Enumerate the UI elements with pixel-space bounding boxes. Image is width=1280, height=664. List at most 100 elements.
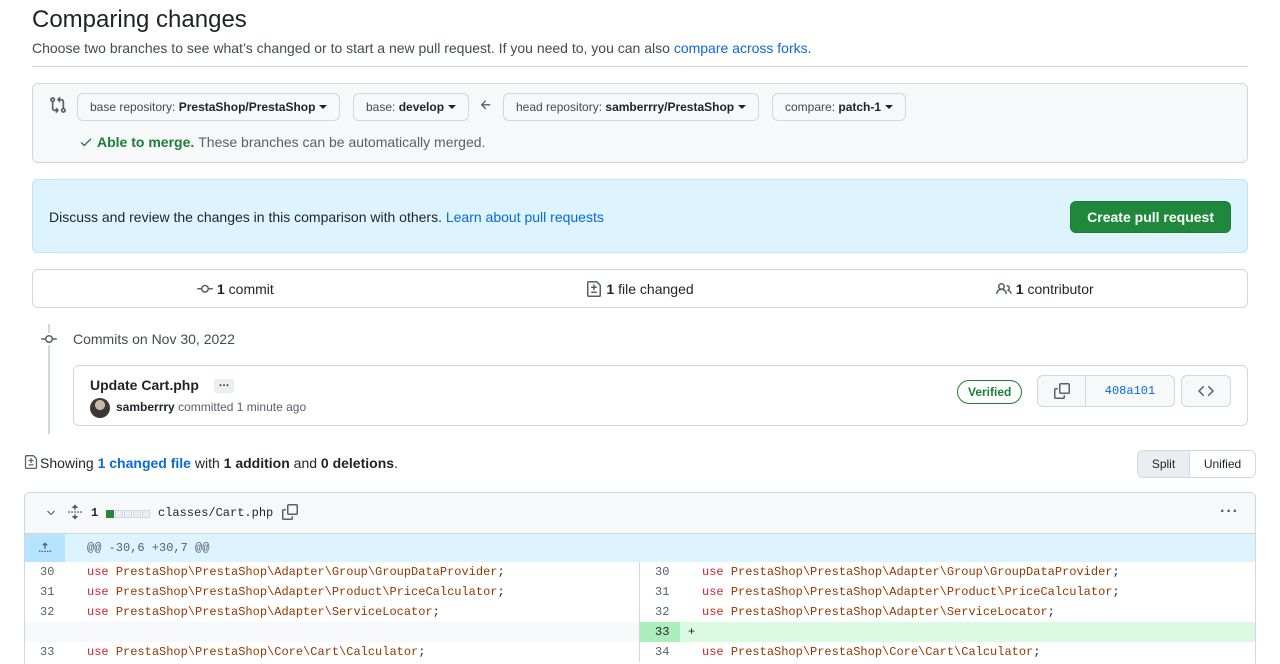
commits-count: 1 <box>216 280 225 297</box>
diffstat-bar <box>106 510 150 518</box>
code-namespace: PrestaShop\PrestaShop\Adapter\ServiceLoc… <box>730 605 1048 619</box>
people-icon <box>995 282 1012 294</box>
commit-meta: committed 1 minute ago <box>178 400 307 414</box>
code-line: use PrestaShop\PrestaShop\Adapter\Servic… <box>680 602 1255 622</box>
compare-branch-value: patch-1 <box>838 100 882 114</box>
verified-badge[interactable]: Verified <box>957 380 1023 404</box>
chevron-down-icon[interactable] <box>45 507 57 519</box>
commits-date-heading: Commits on Nov 30, 2022 <box>73 331 235 347</box>
merge-status: Able to merge. These branches can be aut… <box>79 134 485 150</box>
merge-status-text: These branches can be automatically merg… <box>198 134 486 150</box>
code-icon <box>1198 385 1214 397</box>
diff-left-side: 30 use PrestaShop\PrestaShop\Adapter\Grou… <box>25 562 640 582</box>
code-line: use PrestaShop\PrestaShop\Adapter\Produc… <box>680 582 1255 602</box>
diff-right-side: 32 use PrestaShop\PrestaShop\Adapter\Serv… <box>640 602 1255 622</box>
code-keyword: use <box>702 565 724 579</box>
avatar[interactable] <box>90 398 110 418</box>
create-pull-request-button[interactable]: Create pull request <box>1070 201 1231 233</box>
git-compare-icon <box>50 96 66 114</box>
line-number[interactable]: 32 <box>640 602 680 622</box>
code-namespace: PrestaShop\PrestaShop\Adapter\Product\Pr… <box>115 585 498 599</box>
file-header: 1 classes/Cart.php ··· <box>25 493 1255 534</box>
chevron-down-icon <box>319 105 328 109</box>
copy-icon[interactable] <box>282 504 298 520</box>
base-branch-label: base: <box>366 100 396 114</box>
diff-left-side: 32 use PrestaShop\PrestaShop\Adapter\Serv… <box>25 602 640 622</box>
code-line-added: + <box>680 622 1255 642</box>
code-punct: ; <box>432 605 440 619</box>
code-line: use PrestaShop\PrestaShop\Adapter\Group\… <box>65 562 639 582</box>
page-title: Comparing changes <box>32 6 247 33</box>
changed-files-link[interactable]: 1 changed file <box>98 455 191 471</box>
head-repository-select[interactable]: head repository: samberrry/PrestaShop <box>503 93 760 121</box>
line-number[interactable] <box>25 622 65 642</box>
compare-branch-select[interactable]: compare: patch-1 <box>772 93 907 121</box>
copy-icon <box>1053 383 1070 399</box>
commit-expand-button[interactable]: … <box>214 378 234 393</box>
line-number[interactable]: 34 <box>640 642 680 662</box>
subtitle-text: Choose two branches to see what’s change… <box>32 40 674 56</box>
merge-ok-text: Able to merge. <box>97 134 195 150</box>
commits-tab[interactable]: 1 commit <box>33 270 438 307</box>
files-count: 1 <box>606 280 615 297</box>
commit-sha-group: 408a101 <box>1037 375 1175 407</box>
code-punct: ; <box>418 645 426 659</box>
diff-left-side: 31 use PrestaShop\PrestaShop\Adapter\Prod… <box>25 582 640 602</box>
arrow-left-icon <box>480 100 491 110</box>
code-line: use PrestaShop\PrestaShop\Adapter\Produc… <box>65 582 639 602</box>
diff-right-side: 33 + <box>640 622 1255 642</box>
base-repository-select[interactable]: base repository: PrestaShop/PrestaShop <box>77 93 341 121</box>
browse-repo-button[interactable] <box>1181 375 1231 407</box>
unified-view-button[interactable]: Unified <box>1190 451 1255 477</box>
contributors-tab[interactable]: 1 contributor <box>842 270 1247 307</box>
file-diff-icon <box>587 280 602 297</box>
code-line: use PrestaShop\PrestaShop\Adapter\Group\… <box>680 562 1255 582</box>
compare-across-forks-link[interactable]: compare across forks <box>674 40 808 56</box>
expand-up-button[interactable] <box>25 534 65 562</box>
line-number[interactable]: 32 <box>25 602 65 622</box>
base-repository-value: PrestaShop/PrestaShop <box>178 100 316 114</box>
files-changed-tab[interactable]: 1 file changed <box>438 270 843 307</box>
code-punct: ; <box>1112 565 1120 579</box>
line-number[interactable]: 33 <box>25 642 65 662</box>
line-number[interactable]: 33 <box>640 622 680 642</box>
additions-count: 1 addition <box>223 455 290 471</box>
line-number[interactable]: 30 <box>25 562 65 582</box>
split-view-button[interactable]: Split <box>1138 451 1190 477</box>
file-diff-icon <box>24 455 38 469</box>
line-number[interactable]: 31 <box>640 582 680 602</box>
commit-title-link[interactable]: Update Cart.php <box>90 377 199 393</box>
code-punct: ; <box>1033 645 1041 659</box>
learn-about-pull-requests-link[interactable]: Learn about pull requests <box>446 209 604 225</box>
diff-right-side: 30 use PrestaShop\PrestaShop\Adapter\Grou… <box>640 562 1255 582</box>
file-path-link[interactable]: classes/Cart.php <box>158 506 273 520</box>
base-repository-label: base repository: <box>90 100 176 114</box>
fold-up-icon <box>38 542 52 552</box>
diffstat-block <box>124 510 132 518</box>
diff-left-side: 33 use PrestaShop\PrestaShop\Core\Cart\Ca… <box>25 642 640 662</box>
code-namespace: PrestaShop\PrestaShop\Adapter\ServiceLoc… <box>115 605 433 619</box>
diffstat-block <box>142 510 150 518</box>
showing-text: Showing <box>40 455 98 471</box>
unfold-icon[interactable] <box>67 504 83 520</box>
code-keyword: use <box>702 585 724 599</box>
base-branch-value: develop <box>398 100 445 114</box>
page-subtitle: Choose two branches to see what’s change… <box>32 40 812 56</box>
with-text: with <box>190 455 224 471</box>
files-summary: Showing 1 changed file with 1 addition a… <box>40 455 398 471</box>
base-branch-select[interactable]: base: develop <box>353 93 470 121</box>
line-number[interactable]: 30 <box>640 562 680 582</box>
copy-sha-button[interactable] <box>1038 376 1086 406</box>
code-keyword: use <box>702 645 724 659</box>
added-marker: + <box>688 625 696 639</box>
commit-sha-link[interactable]: 408a101 <box>1086 376 1174 406</box>
commit-author-link[interactable]: samberrry <box>116 400 175 414</box>
kebab-horizontal-icon[interactable]: ··· <box>1220 503 1239 521</box>
code-line: use PrestaShop\PrestaShop\Core\Cart\Calc… <box>65 642 639 662</box>
line-number[interactable]: 31 <box>25 582 65 602</box>
